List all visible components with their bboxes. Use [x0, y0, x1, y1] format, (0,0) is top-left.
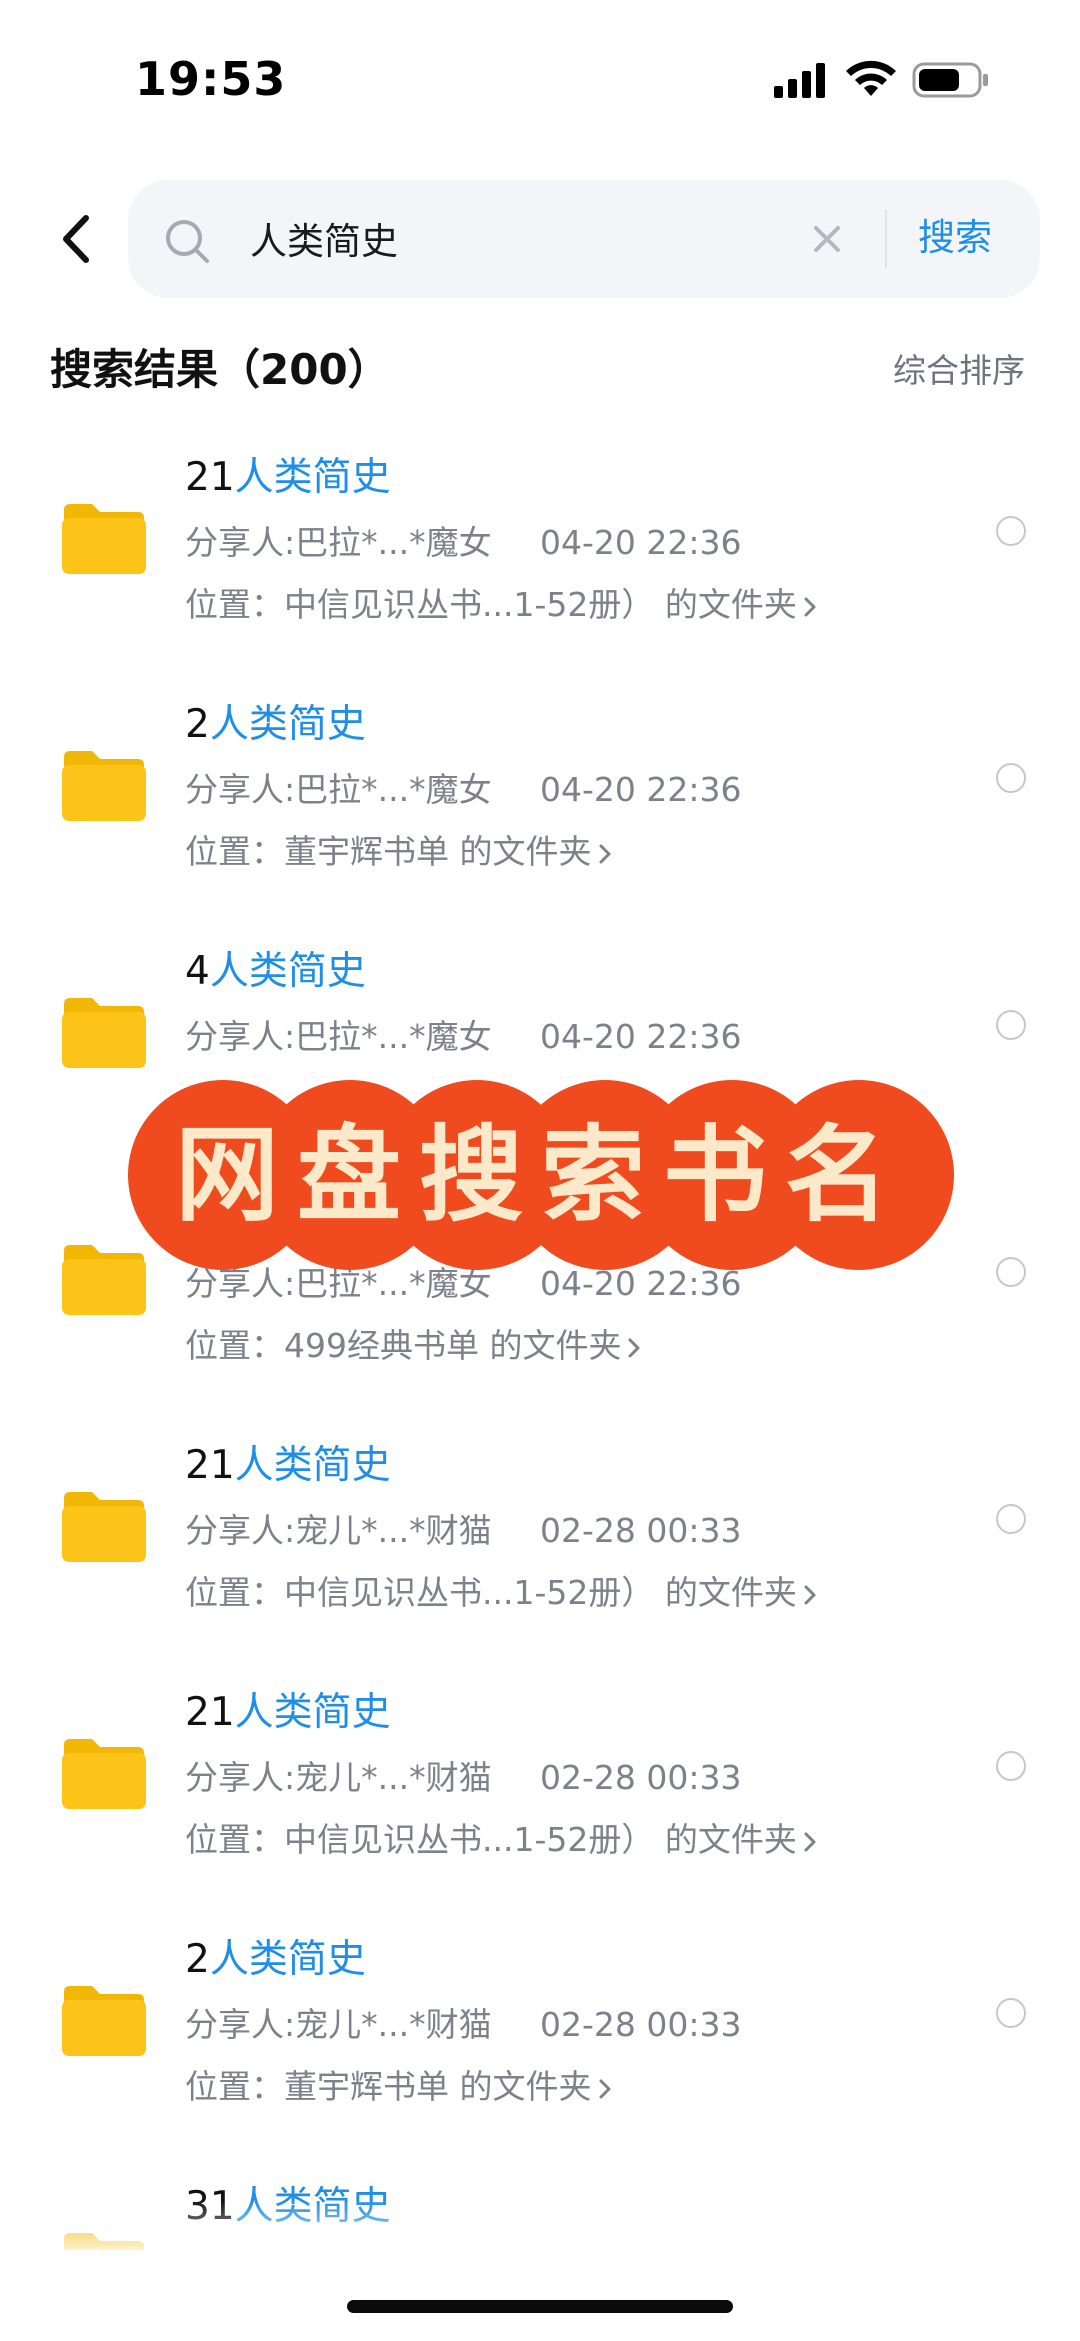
result-item[interactable]: 21人类简史 分享人:宠儿*...*财猫 02-28 00:33 位置：中信见识丛…	[0, 1665, 1080, 1912]
select-radio[interactable]	[996, 1504, 1026, 1534]
result-item[interactable]: 21人类简史 分享人:宠儿*...*财猫 02-28 00:33 位置：中信见识丛…	[0, 1418, 1080, 1665]
select-radio[interactable]	[996, 516, 1026, 546]
item-title: 2人类简史	[185, 1937, 366, 1982]
results-header: 搜索结果（200） 综合排序	[0, 330, 1080, 400]
status-time: 19:53	[135, 52, 287, 106]
folder-icon	[62, 998, 146, 1068]
search-button[interactable]: 搜索	[918, 212, 992, 264]
item-location-link[interactable]: 位置：中信见识丛书...1-52册） 的文件夹	[185, 1813, 817, 1861]
clear-icon[interactable]	[810, 222, 844, 256]
battery-icon	[912, 62, 988, 98]
item-title: 4人类简史	[185, 949, 366, 994]
item-date: 04-20 22:36	[540, 1017, 742, 1056]
item-sharer: 分享人:巴拉*...*魔女	[185, 1017, 492, 1056]
select-radio[interactable]	[996, 1257, 1026, 1287]
item-location-link[interactable]: 位置：董宇辉书单 的文件夹	[185, 2060, 612, 2108]
folder-icon	[62, 1739, 146, 1809]
cellular-signal-icon	[774, 63, 825, 98]
chevron-right-icon	[599, 844, 610, 863]
item-meta: 分享人:巴拉*...*魔女 04-20 22:36	[185, 763, 741, 811]
item-location-link[interactable]: 位置：499经典书单 的文件夹	[185, 1319, 641, 1367]
item-sharer: 分享人:宠儿*...*财猫	[185, 1758, 492, 1797]
item-meta: 分享人:巴拉*...*魔女 04-20 22:36	[185, 1010, 741, 1058]
item-sharer: 分享人:宠儿*...*财猫	[185, 1511, 492, 1550]
promo-banner: 网盘搜索书名	[128, 1080, 954, 1270]
folder-icon	[62, 504, 146, 574]
result-item[interactable]: 2人类简史 分享人:宠儿*...*财猫 02-28 00:33 位置：董宇辉书单 …	[0, 1912, 1080, 2159]
item-location-link[interactable]: 位置：董宇辉书单 的文件夹	[185, 825, 612, 873]
item-date: 04-20 22:36	[540, 770, 742, 809]
item-date: 02-28 00:33	[540, 1758, 742, 1797]
chevron-right-icon	[804, 1832, 816, 1851]
back-button[interactable]	[52, 210, 102, 268]
banner-text: 网盘搜索书名	[174, 1113, 907, 1236]
item-meta: 分享人:巴拉*...*魔女 04-20 22:36	[185, 516, 741, 564]
item-meta: 分享人:宠儿*...*财猫 02-28 00:33	[185, 1504, 741, 1552]
item-date: 02-28 00:33	[540, 2005, 742, 2044]
result-item[interactable]: 2人类简史 分享人:巴拉*...*魔女 04-20 22:36 位置：董宇辉书单 …	[0, 677, 1080, 924]
search-divider	[885, 210, 887, 268]
item-meta: 分享人:宠儿*...*财猫 02-28 00:33	[185, 1998, 741, 2046]
chevron-left-icon	[63, 215, 89, 263]
search-icon	[166, 220, 209, 263]
item-sharer: 分享人:巴拉*...*魔女	[185, 523, 492, 562]
folder-icon	[62, 1492, 146, 1562]
sort-button[interactable]: 综合排序	[893, 344, 1025, 392]
folder-icon	[62, 751, 146, 821]
search-input[interactable]	[250, 210, 810, 266]
item-date: 04-20 22:36	[540, 523, 742, 562]
item-title: 21人类简史	[185, 1690, 391, 1735]
item-location-link[interactable]: 位置：中信见识丛书...1-52册） 的文件夹	[185, 1566, 817, 1614]
results-list: 21人类简史 分享人:巴拉*...*魔女 04-20 22:36 位置：中信见识丛…	[0, 430, 1080, 2250]
wifi-icon	[846, 60, 896, 96]
home-indicator[interactable]	[347, 2300, 733, 2313]
bottom-fade	[0, 2200, 1080, 2341]
results-title: 搜索结果（200）	[50, 345, 390, 394]
select-radio[interactable]	[996, 1010, 1026, 1040]
search-bar: 搜索	[0, 180, 1080, 298]
chevron-right-icon	[628, 1338, 640, 1357]
folder-icon	[62, 1986, 146, 2056]
item-title: 21人类简史	[185, 1443, 391, 1488]
chevron-right-icon	[599, 2079, 610, 2098]
item-location-link[interactable]: 位置：中信见识丛书...1-52册） 的文件夹	[185, 578, 817, 626]
chevron-right-icon	[804, 1585, 816, 1604]
search-box: 搜索	[128, 180, 1040, 298]
select-radio[interactable]	[996, 1998, 1026, 2028]
item-title: 21人类简史	[185, 455, 391, 500]
select-radio[interactable]	[996, 763, 1026, 793]
status-icons	[772, 60, 992, 100]
status-bar: 19:53	[0, 0, 1080, 140]
item-meta: 分享人:宠儿*...*财猫 02-28 00:33	[185, 1751, 741, 1799]
item-sharer: 分享人:宠儿*...*财猫	[185, 2005, 492, 2044]
item-sharer: 分享人:巴拉*...*魔女	[185, 770, 492, 809]
select-radio[interactable]	[996, 1751, 1026, 1781]
result-item[interactable]: 21人类简史 分享人:巴拉*...*魔女 04-20 22:36 位置：中信见识丛…	[0, 430, 1080, 677]
chevron-right-icon	[804, 597, 816, 616]
item-date: 02-28 00:33	[540, 1511, 742, 1550]
item-title: 2人类简史	[185, 702, 366, 747]
